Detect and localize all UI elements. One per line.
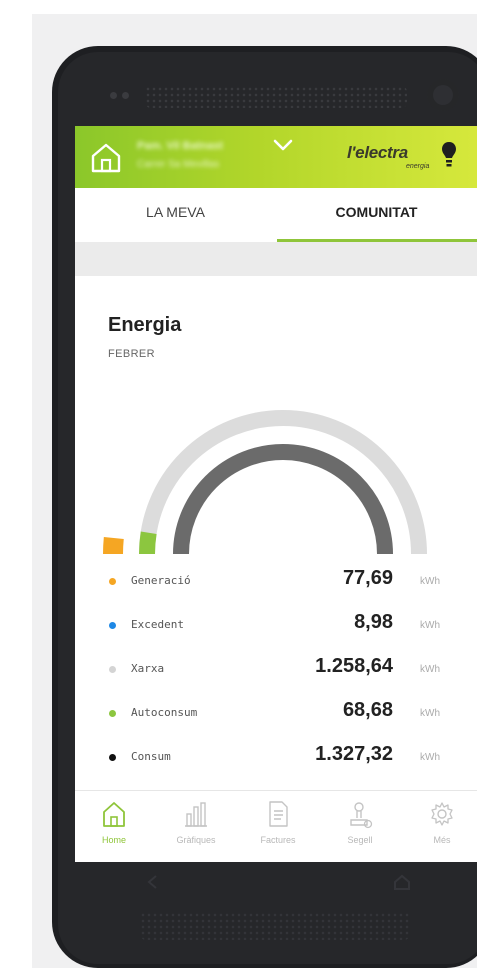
nav-factures[interactable]: Factures <box>243 799 313 845</box>
brand-logo-subtitle: energia <box>406 163 430 170</box>
legend-row-autoconsum: Autoconsum 68,68 kWh <box>75 696 477 740</box>
legend-unit: kWh <box>420 664 440 675</box>
bar-chart-icon <box>185 802 207 827</box>
legend-label: Consum <box>131 750 171 763</box>
legend-value: 8,98 <box>354 611 393 633</box>
energy-card: Energia FEBRER Generació 77,69 kWh Exced… <box>75 276 477 790</box>
chevron-down-icon[interactable] <box>272 137 294 153</box>
brand-logo: l'electra <box>347 143 408 162</box>
lightbulb-icon <box>442 142 456 167</box>
energy-gauge <box>103 410 427 555</box>
nav-label: Home <box>101 835 126 845</box>
nav-label: Factures <box>260 835 296 845</box>
nav-home[interactable]: Home <box>79 799 149 845</box>
gauge-generacio-arc <box>103 537 124 555</box>
legend-unit: kWh <box>420 620 440 631</box>
front-camera <box>427 79 459 111</box>
legend-row-generacio: Generació 77,69 kWh <box>75 564 477 608</box>
legend-unit: kWh <box>420 576 440 587</box>
legend-dot <box>109 578 116 585</box>
legend-dot <box>109 666 116 673</box>
tab-la-meva[interactable]: LA MEVA <box>75 204 276 220</box>
sensor-dot <box>122 92 129 99</box>
legend-label: Excedent <box>131 618 184 631</box>
legend-row-excedent: Excedent 8,98 kWh <box>75 608 477 652</box>
card-title: Energia <box>108 314 182 336</box>
legend-unit: kWh <box>420 752 440 763</box>
legend-row-xarxa: Xarxa 1.258,64 kWh <box>75 652 477 696</box>
legend-value: 1.258,64 <box>315 655 393 677</box>
home-icon[interactable] <box>89 142 123 174</box>
android-softkeys <box>147 874 410 890</box>
nav-label: Gràfiques <box>176 835 216 845</box>
legend-dot <box>109 710 116 717</box>
back-key-icon <box>147 875 157 889</box>
community-address-detail: Carrer Sa Mevillas <box>137 159 220 170</box>
sensor-dot <box>110 92 117 99</box>
nav-label: Segell <box>347 835 373 845</box>
document-icon <box>269 801 288 827</box>
period-label: FEBRER <box>108 348 156 360</box>
nav-label: Més <box>433 835 451 845</box>
nav-mes[interactable]: Més <box>407 799 477 845</box>
app-screen: Pam. Vil Batnast Carrer Sa Mevillas l'el… <box>75 126 477 862</box>
legend-dot <box>109 754 116 761</box>
tab-comunitat[interactable]: COMUNITAT <box>276 204 477 220</box>
bottom-nav: Home Gràfiques Factures Segell Més <box>75 790 477 862</box>
legend-row-consum: Consum 1.327,32 kWh <box>75 740 477 784</box>
legend-value: 77,69 <box>342 567 393 589</box>
home-key-icon <box>394 874 410 890</box>
community-address[interactable]: Pam. Vil Batnast <box>137 140 223 152</box>
separator-strip <box>75 242 477 276</box>
gear-icon <box>431 802 453 826</box>
gauge-inner-arc <box>173 444 393 555</box>
seal-icon <box>350 802 373 829</box>
legend-label: Autoconsum <box>131 706 198 719</box>
gauge-autoconsum-arc <box>139 531 157 555</box>
legend-unit: kWh <box>420 708 440 719</box>
legend-dot <box>109 622 116 629</box>
bottom-speaker-grille <box>140 912 410 940</box>
nav-grafiques[interactable]: Gràfiques <box>161 799 231 845</box>
earpiece-speaker <box>145 86 407 108</box>
tab-bar: LA MEVA COMUNITAT <box>75 188 477 243</box>
home-icon <box>103 802 125 827</box>
nav-segell[interactable]: Segell <box>325 799 395 845</box>
legend-value: 68,68 <box>342 699 393 721</box>
legend-label: Xarxa <box>131 662 165 675</box>
app-header: Pam. Vil Batnast Carrer Sa Mevillas l'el… <box>75 126 477 188</box>
legend-value: 1.327,32 <box>315 743 393 765</box>
legend-label: Generació <box>131 574 191 587</box>
